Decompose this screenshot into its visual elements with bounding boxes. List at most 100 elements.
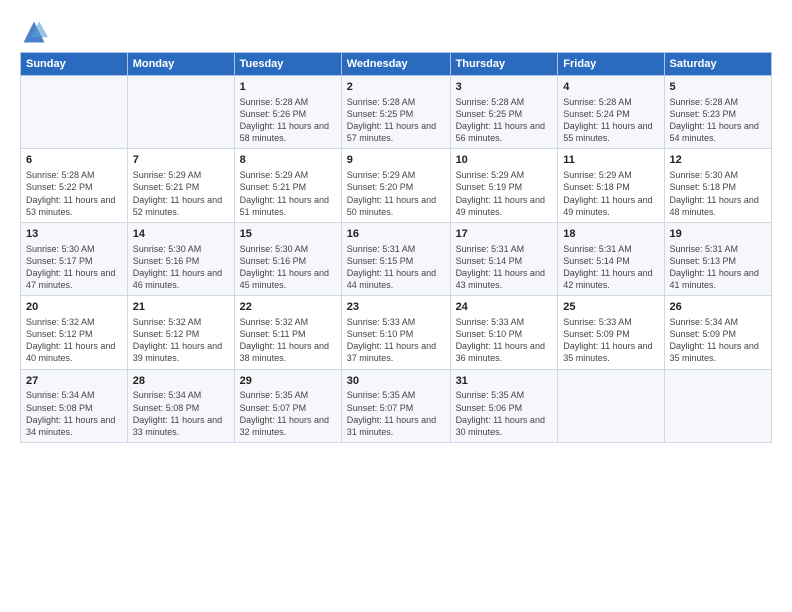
- day-number: 3: [456, 80, 553, 95]
- calendar-header-row: SundayMondayTuesdayWednesdayThursdayFrid…: [21, 53, 772, 76]
- day-info: Sunrise: 5:31 AM Sunset: 5:15 PM Dayligh…: [347, 243, 445, 292]
- weekday-header: Thursday: [450, 53, 558, 76]
- day-info: Sunrise: 5:35 AM Sunset: 5:07 PM Dayligh…: [240, 389, 336, 438]
- calendar-cell: 7Sunrise: 5:29 AM Sunset: 5:21 PM Daylig…: [127, 149, 234, 222]
- calendar-cell: 25Sunrise: 5:33 AM Sunset: 5:09 PM Dayli…: [558, 296, 664, 369]
- calendar-cell: 2Sunrise: 5:28 AM Sunset: 5:25 PM Daylig…: [341, 76, 450, 149]
- calendar-cell: 3Sunrise: 5:28 AM Sunset: 5:25 PM Daylig…: [450, 76, 558, 149]
- day-info: Sunrise: 5:29 AM Sunset: 5:18 PM Dayligh…: [563, 169, 658, 218]
- weekday-header: Friday: [558, 53, 664, 76]
- calendar-cell: 6Sunrise: 5:28 AM Sunset: 5:22 PM Daylig…: [21, 149, 128, 222]
- calendar-cell: 16Sunrise: 5:31 AM Sunset: 5:15 PM Dayli…: [341, 222, 450, 295]
- day-info: Sunrise: 5:28 AM Sunset: 5:22 PM Dayligh…: [26, 169, 122, 218]
- calendar-cell: 12Sunrise: 5:30 AM Sunset: 5:18 PM Dayli…: [664, 149, 772, 222]
- calendar-cell: 21Sunrise: 5:32 AM Sunset: 5:12 PM Dayli…: [127, 296, 234, 369]
- day-info: Sunrise: 5:35 AM Sunset: 5:07 PM Dayligh…: [347, 389, 445, 438]
- day-number: 10: [456, 153, 553, 168]
- calendar-week-row: 20Sunrise: 5:32 AM Sunset: 5:12 PM Dayli…: [21, 296, 772, 369]
- logo-icon: [20, 18, 48, 46]
- calendar-cell: 26Sunrise: 5:34 AM Sunset: 5:09 PM Dayli…: [664, 296, 772, 369]
- calendar-week-row: 1Sunrise: 5:28 AM Sunset: 5:26 PM Daylig…: [21, 76, 772, 149]
- day-number: 17: [456, 227, 553, 242]
- day-number: 11: [563, 153, 658, 168]
- day-number: 8: [240, 153, 336, 168]
- logo: [20, 18, 52, 46]
- calendar-cell: 31Sunrise: 5:35 AM Sunset: 5:06 PM Dayli…: [450, 369, 558, 442]
- day-info: Sunrise: 5:31 AM Sunset: 5:14 PM Dayligh…: [456, 243, 553, 292]
- day-number: 19: [670, 227, 767, 242]
- day-info: Sunrise: 5:32 AM Sunset: 5:12 PM Dayligh…: [26, 316, 122, 365]
- calendar-cell: 17Sunrise: 5:31 AM Sunset: 5:14 PM Dayli…: [450, 222, 558, 295]
- day-info: Sunrise: 5:30 AM Sunset: 5:16 PM Dayligh…: [240, 243, 336, 292]
- day-number: 31: [456, 374, 553, 389]
- day-info: Sunrise: 5:32 AM Sunset: 5:12 PM Dayligh…: [133, 316, 229, 365]
- weekday-header: Tuesday: [234, 53, 341, 76]
- calendar-week-row: 13Sunrise: 5:30 AM Sunset: 5:17 PM Dayli…: [21, 222, 772, 295]
- calendar-cell: 19Sunrise: 5:31 AM Sunset: 5:13 PM Dayli…: [664, 222, 772, 295]
- calendar-week-row: 6Sunrise: 5:28 AM Sunset: 5:22 PM Daylig…: [21, 149, 772, 222]
- day-info: Sunrise: 5:28 AM Sunset: 5:23 PM Dayligh…: [670, 96, 767, 145]
- day-number: 27: [26, 374, 122, 389]
- calendar-cell: 20Sunrise: 5:32 AM Sunset: 5:12 PM Dayli…: [21, 296, 128, 369]
- calendar-cell: 9Sunrise: 5:29 AM Sunset: 5:20 PM Daylig…: [341, 149, 450, 222]
- calendar-cell: 18Sunrise: 5:31 AM Sunset: 5:14 PM Dayli…: [558, 222, 664, 295]
- day-info: Sunrise: 5:34 AM Sunset: 5:09 PM Dayligh…: [670, 316, 767, 365]
- day-info: Sunrise: 5:34 AM Sunset: 5:08 PM Dayligh…: [133, 389, 229, 438]
- day-number: 16: [347, 227, 445, 242]
- day-info: Sunrise: 5:30 AM Sunset: 5:16 PM Dayligh…: [133, 243, 229, 292]
- weekday-header: Saturday: [664, 53, 772, 76]
- calendar-cell: [664, 369, 772, 442]
- calendar-table: SundayMondayTuesdayWednesdayThursdayFrid…: [20, 52, 772, 443]
- day-info: Sunrise: 5:32 AM Sunset: 5:11 PM Dayligh…: [240, 316, 336, 365]
- day-number: 14: [133, 227, 229, 242]
- day-number: 23: [347, 300, 445, 315]
- day-number: 25: [563, 300, 658, 315]
- day-info: Sunrise: 5:33 AM Sunset: 5:09 PM Dayligh…: [563, 316, 658, 365]
- weekday-header: Wednesday: [341, 53, 450, 76]
- calendar-cell: 30Sunrise: 5:35 AM Sunset: 5:07 PM Dayli…: [341, 369, 450, 442]
- day-info: Sunrise: 5:35 AM Sunset: 5:06 PM Dayligh…: [456, 389, 553, 438]
- calendar-cell: 11Sunrise: 5:29 AM Sunset: 5:18 PM Dayli…: [558, 149, 664, 222]
- day-info: Sunrise: 5:33 AM Sunset: 5:10 PM Dayligh…: [456, 316, 553, 365]
- day-number: 6: [26, 153, 122, 168]
- day-number: 18: [563, 227, 658, 242]
- day-info: Sunrise: 5:28 AM Sunset: 5:26 PM Dayligh…: [240, 96, 336, 145]
- calendar-cell: 8Sunrise: 5:29 AM Sunset: 5:21 PM Daylig…: [234, 149, 341, 222]
- day-number: 30: [347, 374, 445, 389]
- calendar-cell: 27Sunrise: 5:34 AM Sunset: 5:08 PM Dayli…: [21, 369, 128, 442]
- calendar-week-row: 27 Sunrise: 5:34 AM Sunset: 5:08 PM Dayli…: [21, 369, 772, 442]
- day-info: Sunrise: 5:29 AM Sunset: 5:21 PM Dayligh…: [240, 169, 336, 218]
- day-info: Sunrise: 5:28 AM Sunset: 5:25 PM Dayligh…: [347, 96, 445, 145]
- day-number: 4: [563, 80, 658, 95]
- day-number: 28: [133, 374, 229, 389]
- weekday-header: Monday: [127, 53, 234, 76]
- page: SundayMondayTuesdayWednesdayThursdayFrid…: [0, 0, 792, 612]
- day-number: 5: [670, 80, 767, 95]
- calendar-cell: 28Sunrise: 5:34 AM Sunset: 5:08 PM Dayli…: [127, 369, 234, 442]
- calendar-cell: 29Sunrise: 5:35 AM Sunset: 5:07 PM Dayli…: [234, 369, 341, 442]
- day-number: 22: [240, 300, 336, 315]
- calendar-cell: 23Sunrise: 5:33 AM Sunset: 5:10 PM Dayli…: [341, 296, 450, 369]
- day-info: Sunrise: 5:29 AM Sunset: 5:19 PM Dayligh…: [456, 169, 553, 218]
- calendar-cell: 4Sunrise: 5:28 AM Sunset: 5:24 PM Daylig…: [558, 76, 664, 149]
- calendar-cell: 13Sunrise: 5:30 AM Sunset: 5:17 PM Dayli…: [21, 222, 128, 295]
- day-info: Sunrise: 5:31 AM Sunset: 5:13 PM Dayligh…: [670, 243, 767, 292]
- day-number: 13: [26, 227, 122, 242]
- day-info: Sunrise: 5:28 AM Sunset: 5:24 PM Dayligh…: [563, 96, 658, 145]
- day-number: 21: [133, 300, 229, 315]
- day-number: 20: [26, 300, 122, 315]
- day-info: Sunrise: 5:29 AM Sunset: 5:20 PM Dayligh…: [347, 169, 445, 218]
- day-number: 12: [670, 153, 767, 168]
- weekday-header: Sunday: [21, 53, 128, 76]
- day-info: Sunrise: 5:30 AM Sunset: 5:17 PM Dayligh…: [26, 243, 122, 292]
- calendar-cell: 22Sunrise: 5:32 AM Sunset: 5:11 PM Dayli…: [234, 296, 341, 369]
- day-number: 26: [670, 300, 767, 315]
- header: [20, 18, 772, 46]
- day-number: 7: [133, 153, 229, 168]
- day-number: 1: [240, 80, 336, 95]
- day-info: Sunrise: 5:30 AM Sunset: 5:18 PM Dayligh…: [670, 169, 767, 218]
- day-number: 9: [347, 153, 445, 168]
- day-info: Sunrise: 5:28 AM Sunset: 5:25 PM Dayligh…: [456, 96, 553, 145]
- day-number: 29: [240, 374, 336, 389]
- calendar-cell: 24Sunrise: 5:33 AM Sunset: 5:10 PM Dayli…: [450, 296, 558, 369]
